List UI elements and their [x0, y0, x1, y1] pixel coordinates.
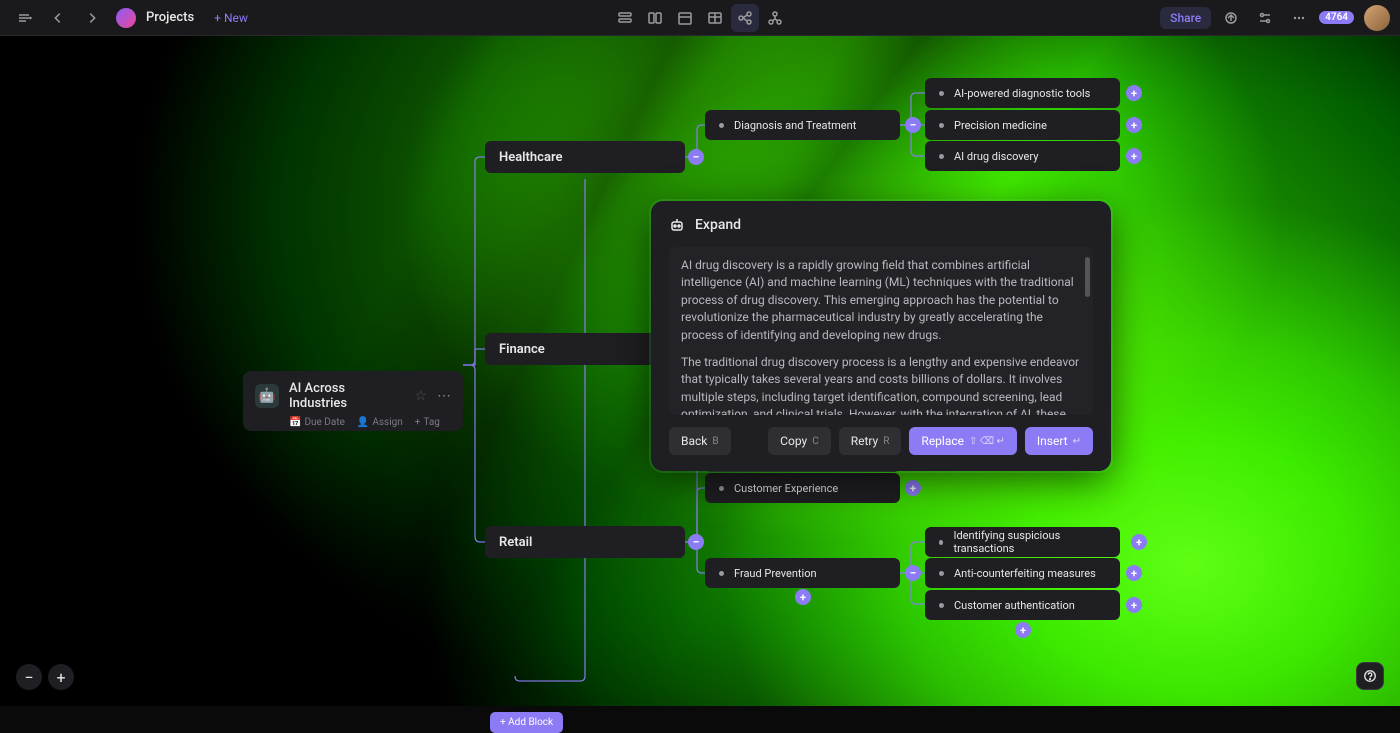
export-icon[interactable] [1217, 4, 1245, 32]
node-ai-drug-disc[interactable]: AI drug discovery [925, 141, 1120, 171]
add-icon[interactable]: + [1126, 85, 1142, 101]
avatar[interactable] [1364, 5, 1390, 31]
back-button[interactable] [44, 4, 72, 32]
more-icon[interactable] [1285, 4, 1313, 32]
root-title: AI Across Industries [289, 381, 404, 411]
node-ai-diag-tools[interactable]: AI-powered diagnostic tools [925, 78, 1120, 108]
expand-popup: Expand AI drug discovery is a rapidly gr… [651, 201, 1111, 471]
node-diagnosis[interactable]: Diagnosis and Treatment [705, 110, 900, 140]
collapse-icon[interactable]: − [688, 534, 704, 550]
new-button[interactable]: +New [214, 11, 248, 25]
due-date-chip[interactable]: 📅 Due Date [289, 417, 345, 428]
star-icon[interactable]: ☆ [414, 388, 427, 404]
app-logo [116, 8, 136, 28]
view-org-icon[interactable] [761, 4, 789, 32]
add-icon[interactable]: + [1131, 534, 1147, 550]
add-icon[interactable]: + [795, 589, 811, 605]
node-precision-med[interactable]: Precision medicine [925, 110, 1120, 140]
add-block-button[interactable]: + Add Block [490, 712, 563, 733]
view-mindmap-icon[interactable] [731, 4, 759, 32]
view-columns-icon[interactable] [641, 4, 669, 32]
tag-chip[interactable]: + Tag [415, 417, 440, 428]
forward-button[interactable] [78, 4, 106, 32]
node-suspicious-tx[interactable]: Identifying suspicious transactions [925, 527, 1120, 557]
view-table-icon[interactable] [701, 4, 729, 32]
replace-button[interactable]: Replace⇧ ⌫ ↵ [909, 427, 1016, 455]
node-cust-auth[interactable]: Customer authentication [925, 590, 1120, 620]
view-calendar-icon[interactable] [671, 4, 699, 32]
menu-icon[interactable] [10, 4, 38, 32]
view-list-icon[interactable] [611, 4, 639, 32]
settings-icon[interactable] [1251, 4, 1279, 32]
add-icon[interactable]: + [1126, 148, 1142, 164]
add-icon[interactable]: + [1126, 565, 1142, 581]
popup-content[interactable]: AI drug discovery is a rapidly growing f… [669, 247, 1093, 415]
add-icon[interactable]: + [905, 480, 921, 496]
scrollbar[interactable] [1085, 257, 1090, 297]
add-icon[interactable]: + [1126, 117, 1142, 133]
node-healthcare[interactable]: Healthcare [485, 141, 685, 173]
assign-chip[interactable]: 👤 Assign [357, 417, 403, 428]
zoom-in-button[interactable]: + [48, 664, 74, 690]
node-fraud[interactable]: Fraud Prevention [705, 558, 900, 588]
root-meta: 📅 Due Date 👤 Assign + Tag [255, 417, 451, 428]
node-anti-counterfeit[interactable]: Anti-counterfeiting measures [925, 558, 1120, 588]
zoom-out-button[interactable]: − [16, 664, 42, 690]
node-customer-exp[interactable]: Customer Experience [705, 473, 900, 503]
retry-button[interactable]: RetryR [839, 427, 902, 455]
help-button[interactable] [1356, 662, 1384, 690]
topbar: Projects +New Share 4764 [0, 0, 1400, 36]
copy-button[interactable]: CopyC [768, 427, 831, 455]
collapse-icon[interactable]: − [688, 149, 704, 165]
root-node[interactable]: 🤖 AI Across Industries ☆ ⋯ 📅 Due Date 👤 … [243, 371, 463, 431]
popup-title: Expand [695, 217, 741, 233]
add-icon[interactable]: + [1015, 622, 1031, 638]
collapse-icon[interactable]: − [905, 565, 921, 581]
root-more-icon[interactable]: ⋯ [437, 388, 451, 404]
collapse-icon[interactable]: − [905, 117, 921, 133]
breadcrumb[interactable]: Projects [146, 10, 194, 25]
root-icon: 🤖 [255, 384, 279, 408]
share-button[interactable]: Share [1160, 7, 1211, 29]
insert-button[interactable]: Insert↵ [1025, 427, 1093, 455]
back-button[interactable]: BackB [669, 427, 731, 455]
notifications[interactable]: 4764 [1319, 11, 1354, 24]
node-retail[interactable]: Retail [485, 526, 685, 558]
robot-icon [669, 217, 685, 233]
add-icon[interactable]: + [1126, 597, 1142, 613]
zoom-controls: − + [16, 664, 74, 690]
